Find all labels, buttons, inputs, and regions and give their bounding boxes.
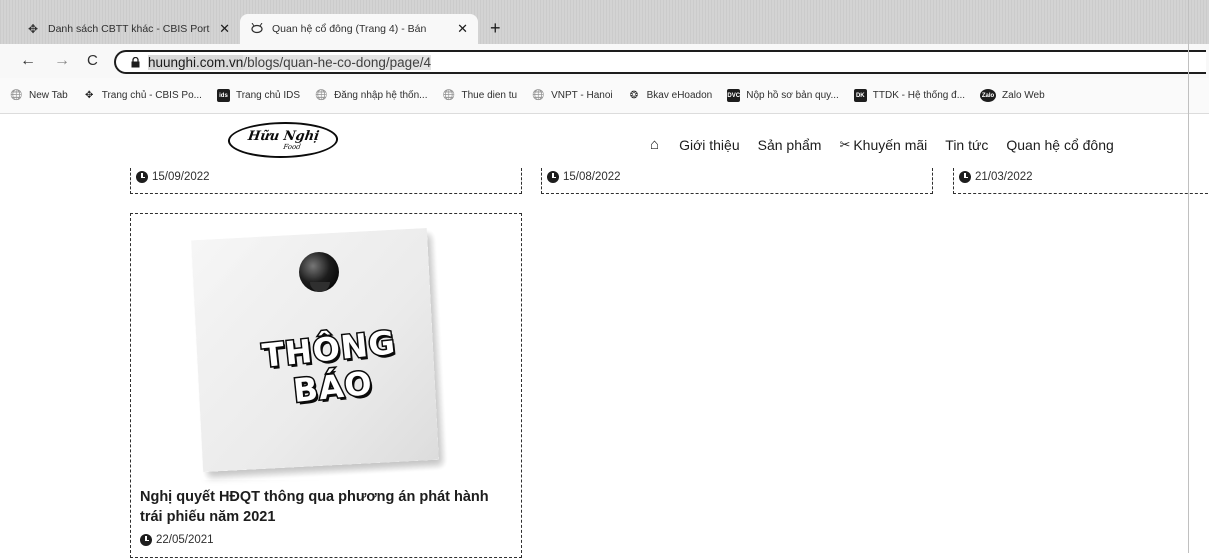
bookmark-dvc[interactable]: DVC Nộp hồ sơ bản quy... — [727, 89, 839, 102]
dvc-icon: DVC — [727, 89, 741, 102]
bookmark-ttdk[interactable]: DK TTDK - Hệ thống đ... — [853, 89, 966, 102]
pushpin-icon — [299, 252, 339, 292]
back-button[interactable]: ← — [20, 52, 36, 70]
globe-icon: 🌐 — [315, 90, 328, 101]
nav-item-gioi-thieu[interactable]: Giới thiệu — [679, 137, 740, 153]
post-grid: 15/09/2022 15/08/2022 21/03/2022 THÔNG B… — [0, 168, 1209, 558]
forward-button[interactable]: → — [54, 52, 70, 70]
globe-icon: 🌐 — [10, 90, 23, 101]
address-bar[interactable]: huunghi.com.vn/blogs/quan-he-co-dong/pag… — [114, 50, 1206, 74]
clock-icon — [547, 171, 559, 183]
scan-edge-line — [1188, 0, 1189, 553]
bookmark-new-tab[interactable]: 🌐 New Tab — [10, 89, 68, 102]
browser-toolbar: ← → C huunghi.com.vn/blogs/quan-he-co-do… — [0, 44, 1209, 78]
post-date: 22/05/2021 — [140, 534, 214, 546]
previous-post-card[interactable]: 15/08/2022 — [541, 168, 933, 194]
previous-post-card[interactable]: 15/09/2022 — [130, 168, 522, 194]
logo-sub-text: Food — [282, 142, 302, 151]
bookmark-label: Bkav eHoadon — [646, 90, 713, 101]
url-path: /blogs/quan-he-co-dong/page/4 — [243, 54, 431, 70]
post-date: 15/09/2022 — [136, 171, 210, 183]
ttdk-icon: DK — [853, 89, 867, 102]
bookmark-ids[interactable]: ids Trang chủ IDS — [216, 89, 301, 102]
ids-icon: ids — [216, 89, 230, 102]
zalo-icon: Zalo — [980, 89, 997, 102]
bee-icon — [250, 22, 264, 36]
nav-item-tin-tuc[interactable]: Tin tức — [945, 137, 988, 153]
new-tab-button[interactable]: + — [490, 18, 501, 39]
bookmark-label: Nộp hồ sơ bản quy... — [746, 90, 839, 101]
bookmark-label: New Tab — [29, 90, 68, 101]
tab-title: Quan hệ cổ đông (Trang 4) - Bán — [272, 23, 427, 35]
bookmark-vnpt[interactable]: 🌐 VNPT - Hanoi — [532, 89, 613, 102]
bookmark-label: Zalo Web — [1002, 90, 1045, 101]
lock-icon — [130, 56, 140, 68]
site-logo[interactable]: Hữu Nghị Food — [225, 122, 341, 158]
main-nav: ⌂ Giới thiệu Sản phẩm ✂ Khuyến mãi Tin tứ… — [650, 136, 1132, 153]
bookmarks-bar: 🌐 New Tab ✥ Trang chủ - CBIS Po... ids Tran… — [0, 78, 1209, 114]
post-date-text: 22/05/2021 — [156, 534, 214, 546]
post-title[interactable]: Nghị quyết HĐQT thông qua phương án phát… — [140, 487, 510, 527]
reload-button[interactable]: C — [87, 52, 98, 69]
bkav-icon: ❂ — [629, 90, 639, 101]
close-tab-icon[interactable]: ✕ — [219, 21, 230, 37]
bookmark-login[interactable]: 🌐 Đăng nhập hệ thốn... — [315, 89, 427, 102]
bookmark-cbis[interactable]: ✥ Trang chủ - CBIS Po... — [83, 89, 202, 102]
post-date-text: 21/03/2022 — [975, 171, 1033, 183]
promo-icon: ✂ — [839, 136, 851, 152]
post-date: 21/03/2022 — [959, 171, 1033, 183]
post-date: 15/08/2022 — [547, 171, 621, 183]
globe-icon: 🌐 — [442, 90, 456, 101]
nav-item-khuyen-mai[interactable]: ✂ Khuyến mãi — [839, 137, 927, 153]
tab-title: Danh sách CBTT khác - CBIS Port — [48, 23, 210, 35]
clock-icon — [136, 171, 148, 183]
post-date-text: 15/09/2022 — [152, 171, 210, 183]
bookmark-label: Trang chủ IDS — [235, 90, 301, 101]
site-icon: ✥ — [85, 90, 94, 101]
nav-item-label: Khuyến mãi — [853, 136, 928, 153]
site-icon: ✥ — [27, 22, 39, 36]
bookmark-label: VNPT - Hanoi — [551, 90, 613, 101]
post-date-text: 15/08/2022 — [563, 171, 621, 183]
browser-tab-bar: ✥ Danh sách CBTT khác - CBIS Port ✕ Quan… — [0, 0, 1209, 44]
bookmark-label: Trang chủ - CBIS Po... — [101, 90, 202, 101]
bookmark-label: Thue dien tu — [461, 90, 518, 101]
bookmark-label: Đăng nhập hệ thốn... — [334, 90, 428, 101]
globe-icon: 🌐 — [532, 90, 545, 101]
bookmark-zalo[interactable]: Zalo Zalo Web — [980, 89, 1045, 102]
bookmark-thue[interactable]: 🌐 Thue dien tu — [442, 89, 518, 102]
home-icon[interactable]: ⌂ — [650, 136, 659, 153]
clock-icon — [959, 171, 971, 183]
nav-item-quan-he-co-dong[interactable]: Quan hệ cổ đông — [1006, 137, 1113, 153]
browser-tab-inactive[interactable]: ✥ Danh sách CBTT khác - CBIS Port ✕ — [16, 14, 240, 44]
logo-main-text: Hữu Nghị — [246, 128, 321, 144]
site-header: Hữu Nghị Food ⌂ Giới thiệu Sản phẩm ✂ Khu… — [0, 114, 1209, 170]
url-host: huunghi.com.vn — [148, 54, 244, 70]
bookmark-bkav[interactable]: ❂ Bkav eHoadon — [628, 89, 713, 102]
close-tab-icon[interactable]: ✕ — [457, 21, 468, 37]
url-text: huunghi.com.vn/blogs/quan-he-co-dong/pag… — [148, 54, 431, 70]
post-card[interactable]: THÔNG BÁO Nghị quyết HĐQT thông qua phươ… — [130, 213, 522, 558]
browser-tab-active[interactable]: Quan hệ cổ đông (Trang 4) - Bán ✕ — [240, 14, 478, 44]
previous-post-card[interactable]: 21/03/2022 — [953, 168, 1209, 194]
nav-item-san-pham[interactable]: Sản phẩm — [758, 137, 822, 153]
bookmark-label: TTDK - Hệ thống đ... — [872, 90, 966, 101]
clock-icon — [140, 534, 152, 546]
post-thumbnail[interactable]: THÔNG BÁO — [141, 222, 513, 480]
